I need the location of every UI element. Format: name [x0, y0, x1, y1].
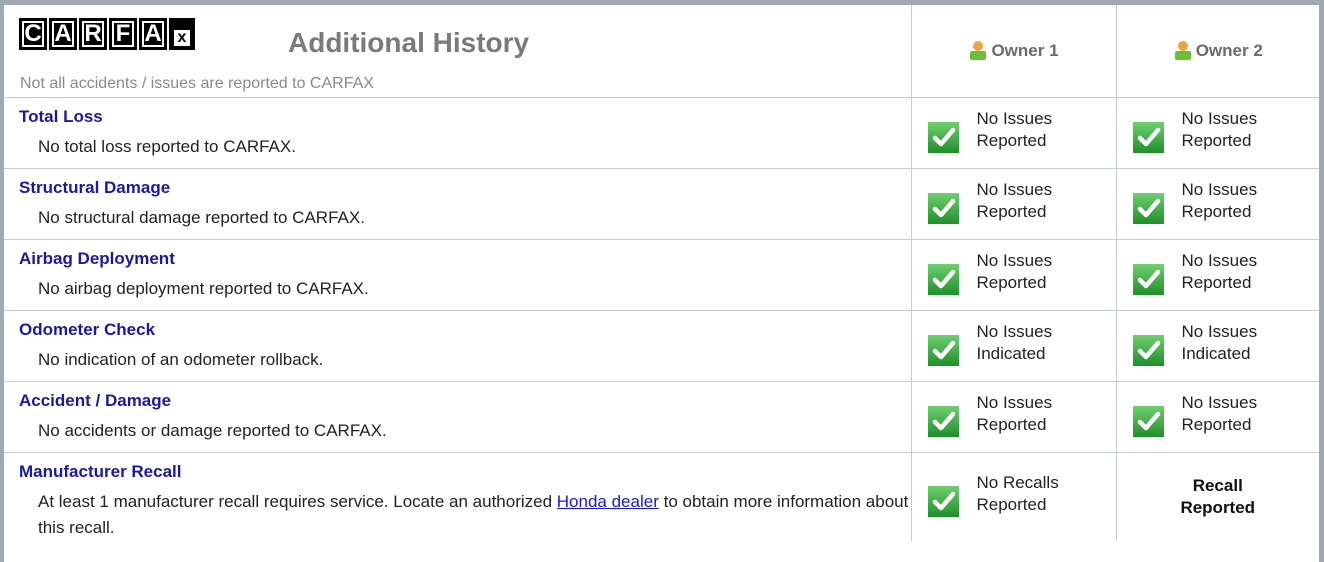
- item-cell: Structural Damage No structural damage r…: [4, 168, 912, 240]
- item-description: No indication of an odometer rollback.: [38, 350, 324, 369]
- checkmark-icon: [1132, 405, 1164, 437]
- item-cell: Total Loss No total loss reported to CAR…: [4, 97, 912, 169]
- person-icon: [970, 41, 987, 60]
- history-row: Odometer Check No indication of an odome…: [4, 310, 1319, 382]
- owner-1-status: No Issues Reported: [911, 168, 1117, 240]
- history-row: Accident / Damage No accidents or damage…: [4, 381, 1319, 453]
- history-row: Manufacturer Recall At least 1 manufactu…: [4, 452, 1319, 542]
- item-description: No structural damage reported to CARFAX.: [38, 208, 365, 227]
- item-description: At least 1 manufacturer recall requires …: [38, 492, 909, 537]
- brand-cell: C A R F A x Additional History Not all a…: [4, 5, 912, 98]
- recall-reported-badge: Recall Reported: [1180, 476, 1256, 517]
- honda-dealer-link[interactable]: Honda dealer: [557, 492, 659, 511]
- history-row: Total Loss No total loss reported to CAR…: [4, 97, 1319, 169]
- item-cell: Accident / Damage No accidents or damage…: [4, 381, 912, 453]
- checkmark-icon: [927, 485, 959, 517]
- history-row: Structural Damage No structural damage r…: [4, 168, 1319, 240]
- owner-2-status: No Issues Indicated: [1116, 310, 1319, 382]
- item-title-link[interactable]: Airbag Deployment: [19, 249, 911, 269]
- item-description: No total loss reported to CARFAX.: [38, 137, 296, 156]
- checkmark-icon: [1132, 192, 1164, 224]
- owner-1-status: No Issues Indicated: [911, 310, 1117, 382]
- history-table: C A R F A x Additional History Not all a…: [4, 5, 1319, 541]
- checkmark-icon: [927, 405, 959, 437]
- checkmark-icon: [1132, 121, 1164, 153]
- owner-2-status: No Issues Reported: [1116, 168, 1319, 240]
- checkmark-icon: [1132, 334, 1164, 366]
- item-title-link[interactable]: Manufacturer Recall: [19, 462, 911, 482]
- item-title-link[interactable]: Odometer Check: [19, 320, 911, 340]
- item-cell: Airbag Deployment No airbag deployment r…: [4, 239, 912, 311]
- item-cell: Odometer Check No indication of an odome…: [4, 310, 912, 382]
- owner-2-header: Owner 2: [1116, 5, 1319, 98]
- owner-2-status: No Issues Reported: [1116, 97, 1319, 169]
- history-row: Airbag Deployment No airbag deployment r…: [4, 239, 1319, 311]
- item-title-link[interactable]: Structural Damage: [19, 178, 911, 198]
- checkmark-icon: [927, 192, 959, 224]
- item-description: No airbag deployment reported to CARFAX.: [38, 279, 369, 298]
- checkmark-icon: [1132, 263, 1164, 295]
- header-row: C A R F A x Additional History Not all a…: [4, 5, 1319, 98]
- owner-2-status: No Issues Reported: [1116, 381, 1319, 453]
- checkmark-icon: [927, 263, 959, 295]
- owner-1-header: Owner 1: [911, 5, 1117, 98]
- owner-2-label: Owner 2: [1195, 41, 1263, 60]
- owner-1-label: Owner 1: [991, 41, 1059, 60]
- owner-1-status: No Issues Reported: [911, 381, 1117, 453]
- checkmark-icon: [927, 334, 959, 366]
- owner-2-status: Recall Reported: [1116, 453, 1319, 542]
- owner-1-status: No Issues Reported: [911, 239, 1117, 311]
- owner-1-status: No Recalls Reported: [911, 452, 1117, 541]
- item-title-link[interactable]: Total Loss: [19, 107, 911, 127]
- item-cell: Manufacturer Recall At least 1 manufactu…: [4, 452, 912, 541]
- additional-history-panel: C A R F A x Additional History Not all a…: [0, 0, 1324, 562]
- item-description: No accidents or damage reported to CARFA…: [38, 421, 387, 440]
- carfax-logo: C A R F A x: [19, 18, 197, 50]
- owner-1-status: No Issues Reported: [911, 97, 1117, 169]
- section-title: Additional History: [288, 27, 530, 58]
- person-icon: [1174, 41, 1191, 60]
- checkmark-icon: [927, 121, 959, 153]
- owner-2-status: No Issues Reported: [1116, 239, 1319, 311]
- section-subtitle: Not all accidents / issues are reported …: [20, 75, 374, 92]
- item-title-link[interactable]: Accident / Damage: [19, 391, 911, 411]
